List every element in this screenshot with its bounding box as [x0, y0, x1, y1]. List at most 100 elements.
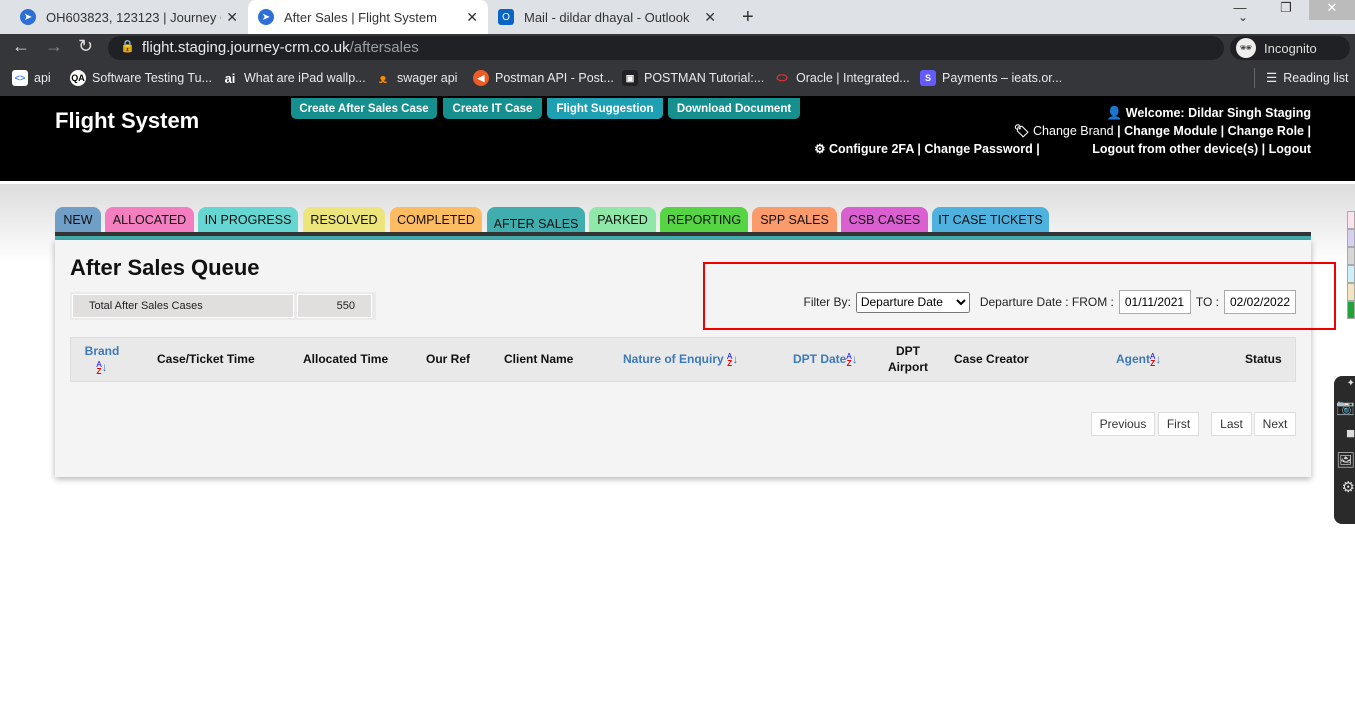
create-after-sales-case-button[interactable]: Create After Sales Case	[291, 98, 437, 119]
download-document-button[interactable]: Download Document	[668, 98, 800, 119]
column-agent[interactable]: Agent A Z ↓	[1116, 351, 1161, 367]
tab-it-case-tickets[interactable]: IT CASE TICKETS	[932, 207, 1049, 233]
new-tab-button[interactable]: +	[732, 0, 764, 34]
column-dpt-airport: DPT Airport	[888, 344, 928, 374]
bookmark-favicon: ▣	[622, 70, 638, 86]
tab-parked[interactable]: PARKED	[589, 207, 656, 233]
logout-link[interactable]: Logout	[1269, 142, 1311, 156]
bookmark[interactable]: ▣ POSTMAN Tutorial:...	[622, 70, 764, 86]
rectangle-icon[interactable]: ■	[1346, 425, 1355, 442]
tag-icon: 🏷	[1013, 124, 1030, 138]
next-page-button[interactable]: Next	[1254, 412, 1296, 436]
highlight-box	[703, 262, 1336, 330]
user-menu: 👤 Welcome: Dildar Singh Staging 🏷 Change…	[814, 106, 1311, 158]
browser-tab-strip: ➤OH603823, 123123 | Journey CRM✕ ➤After …	[0, 0, 1355, 34]
stripe-icon: S	[920, 70, 936, 86]
camera-icon[interactable]: 📷	[1336, 398, 1355, 416]
color-legend	[1347, 211, 1355, 319]
sort-icon[interactable]: AZ	[846, 352, 851, 367]
browser-tab[interactable]: ➤OH603823, 123123 | Journey CRM✕	[10, 0, 248, 34]
column-client-name: Client Name	[504, 352, 574, 366]
close-window-icon[interactable]: ✕	[1309, 0, 1355, 20]
floating-toolbar: ✦ 📷 ■ 🖼 ⚙	[1334, 376, 1355, 524]
column-status: Status	[1245, 352, 1282, 366]
incognito-icon: 🕶	[1236, 38, 1256, 58]
close-tab-icon[interactable]: ✕	[704, 9, 716, 26]
total-cases-summary: Total After Sales Cases 550	[70, 292, 376, 320]
bookmark[interactable]: ◀ Postman API - Post...	[473, 70, 614, 86]
tab-new[interactable]: NEW	[55, 207, 101, 233]
last-page-button[interactable]: Last	[1211, 412, 1252, 436]
restore-icon[interactable]: ❐	[1263, 0, 1309, 20]
app-brand[interactable]: Flight System	[55, 108, 199, 134]
sort-icon[interactable]: AZ	[1150, 352, 1155, 367]
incognito-button[interactable]: 🕶 Incognito	[1230, 36, 1350, 60]
configure-2fa-link[interactable]: Configure 2FA	[829, 142, 914, 156]
bookmark[interactable]: S Payments – ieats.or...	[920, 70, 1062, 86]
column-brand[interactable]: Brand A Z ↓	[77, 343, 127, 375]
back-icon[interactable]: ←	[12, 36, 30, 57]
close-tab-icon[interactable]: ✕	[226, 9, 238, 26]
browser-tab-active[interactable]: ➤ After Sales | Flight System ✕	[248, 0, 488, 34]
table-header: Brand A Z ↓ Case/Ticket Time Allocated Time…	[70, 337, 1296, 382]
browser-tab[interactable]: O Mail - dildar dhayal - Outlook ✕	[488, 0, 726, 34]
telegram-icon: ➤	[258, 9, 274, 25]
first-page-button[interactable]: First	[1158, 412, 1199, 436]
sort-icon[interactable]: AZ	[96, 360, 101, 375]
sort-icon[interactable]: AZ	[727, 352, 732, 367]
change-role-link[interactable]: Change Role	[1228, 124, 1304, 138]
bookmark[interactable]: ⬭ Oracle | Integrated...	[774, 70, 909, 86]
column-nature-of-enquiry[interactable]: Nature of Enquiry A Z ↓	[623, 351, 738, 367]
page-title: After Sales Queue	[70, 255, 260, 280]
window-controls: — ❐ ✕	[1217, 0, 1355, 20]
gear-icon[interactable]: ⚙	[1342, 478, 1355, 496]
pin-icon[interactable]: ✦	[1347, 378, 1355, 389]
reload-icon[interactable]: ↻	[78, 36, 93, 57]
bookmark[interactable]: QA Software Testing Tu...	[70, 70, 212, 86]
column-case-creator: Case Creator	[954, 352, 1029, 366]
bookmark[interactable]: ai What are iPad wallp...	[222, 70, 366, 86]
bookmark-favicon: <>	[12, 70, 28, 86]
logout-other-devices-link[interactable]: Logout from other device(s)	[1043, 140, 1258, 158]
create-it-case-button[interactable]: Create IT Case	[443, 98, 542, 119]
column-case-ticket-time: Case/Ticket Time	[157, 352, 255, 366]
close-tab-icon[interactable]: ✕	[466, 9, 478, 26]
bookmarks-bar: <> api QA Software Testing Tu... ai What ar…	[0, 62, 1355, 96]
telegram-icon: ➤	[20, 9, 36, 25]
divider	[1254, 68, 1255, 88]
change-password-link[interactable]: Change Password	[924, 142, 1032, 156]
lock-icon: 🔒	[120, 39, 135, 53]
tab-spp-sales[interactable]: SPP SALES	[752, 207, 837, 233]
bookmark-favicon: ai	[224, 70, 236, 86]
change-module-link[interactable]: Change Module	[1124, 124, 1217, 138]
column-dpt-date[interactable]: DPT Date A Z ↓	[793, 351, 858, 367]
total-value: 550	[297, 294, 372, 318]
previous-page-button[interactable]: Previous	[1091, 412, 1155, 436]
tab-completed[interactable]: COMPLETED	[390, 207, 482, 233]
minimize-icon[interactable]: —	[1217, 0, 1263, 20]
gallery-icon[interactable]: 🖼	[1336, 451, 1355, 469]
change-brand-link[interactable]: Change Brand	[1033, 124, 1114, 138]
user-icon: 👤	[1106, 106, 1123, 120]
tab-allocated[interactable]: ALLOCATED	[105, 207, 194, 233]
bookmark-favicon: QA	[70, 70, 86, 86]
tab-in-progress[interactable]: IN PROGRESS	[198, 207, 298, 233]
flight-suggestion-button[interactable]: Flight Suggestion	[547, 98, 663, 119]
column-our-ref: Our Ref	[426, 352, 471, 366]
reading-list-icon: ☰	[1266, 71, 1278, 85]
bookmark-favicon: ᴥ	[379, 70, 387, 86]
total-label: Total After Sales Cases	[72, 294, 294, 318]
url-input[interactable]: 🔒 flight.staging.journey-crm.co.uk/afters…	[108, 36, 1224, 60]
oracle-icon: ⬭	[776, 70, 788, 85]
bookmark[interactable]: <> api	[12, 70, 51, 86]
postman-icon: ◀	[473, 70, 489, 86]
reading-list-button[interactable]: ☰ Reading list	[1266, 70, 1349, 86]
bookmark[interactable]: ᴥ swager api	[375, 70, 457, 86]
gears-icon: ⚙	[814, 142, 826, 156]
tab-csb-cases[interactable]: CSB CASES	[841, 207, 928, 233]
column-allocated-time: Allocated Time	[303, 352, 389, 366]
outlook-icon: O	[498, 9, 514, 25]
forward-icon[interactable]: →	[45, 36, 63, 57]
tab-reporting[interactable]: REPORTING	[660, 207, 748, 233]
tab-resolved[interactable]: RESOLVED	[303, 207, 385, 233]
